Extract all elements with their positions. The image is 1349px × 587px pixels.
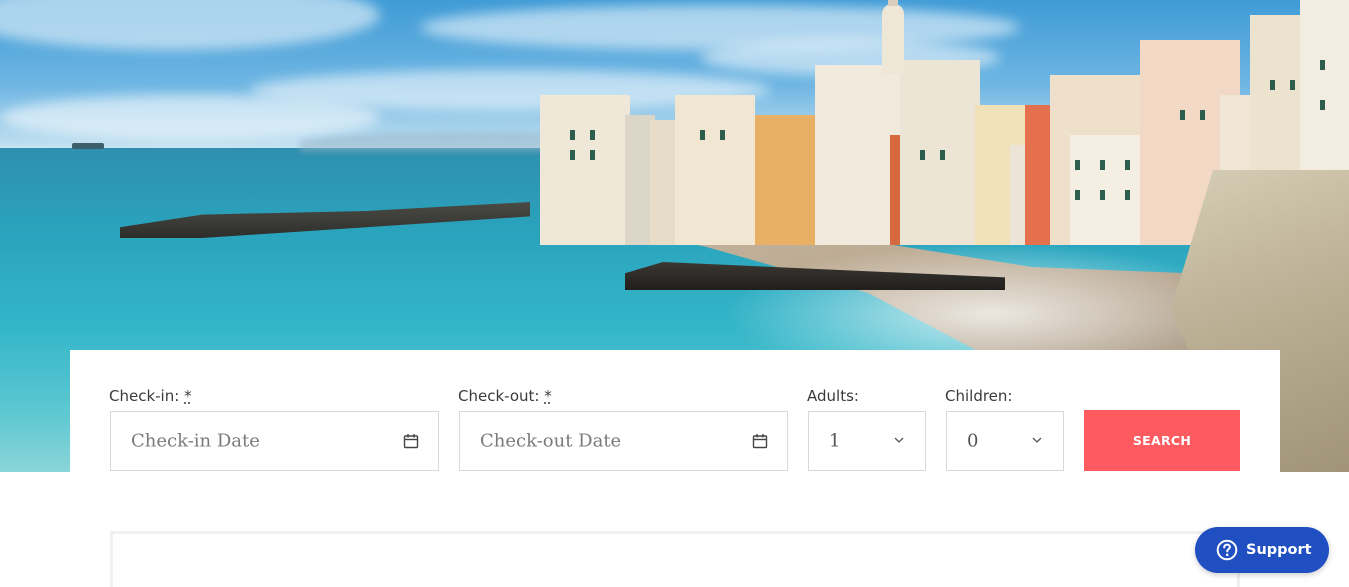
cloud (0, 0, 380, 50)
adults-label: Adults: (807, 387, 859, 405)
checkout-label: Check-out: * (458, 387, 552, 405)
calendar-icon[interactable] (752, 433, 768, 449)
booking-form: Check-in: * Check-in Date Check-out: * C… (70, 350, 1280, 480)
chevron-down-icon (1032, 437, 1042, 443)
required-mark: * (184, 387, 192, 405)
checkin-placeholder: Check-in Date (131, 430, 260, 452)
children-value: 0 (967, 430, 979, 452)
children-select[interactable]: 0 (946, 411, 1064, 471)
checkin-label-text: Check-in: (109, 387, 180, 405)
question-circle-icon (1216, 539, 1238, 561)
checkout-date-input[interactable]: Check-out Date (459, 411, 788, 471)
children-label: Children: (945, 387, 1013, 405)
adults-select[interactable]: 1 (808, 411, 926, 471)
content-card (110, 531, 1240, 587)
calendar-icon[interactable] (403, 433, 419, 449)
cloud (0, 95, 380, 140)
adults-value: 1 (829, 430, 841, 452)
support-label: Support (1246, 542, 1312, 558)
required-mark: * (544, 387, 552, 405)
surf-foam (680, 230, 1200, 350)
ship (72, 143, 104, 149)
checkout-placeholder: Check-out Date (480, 430, 622, 452)
checkin-label: Check-in: * (109, 387, 192, 405)
checkout-label-text: Check-out: (458, 387, 540, 405)
bell-tower (882, 0, 904, 74)
chevron-down-icon (894, 437, 904, 443)
support-button[interactable]: Support (1195, 527, 1329, 573)
checkin-date-input[interactable]: Check-in Date (110, 411, 439, 471)
search-button[interactable]: SEARCH (1084, 410, 1240, 471)
